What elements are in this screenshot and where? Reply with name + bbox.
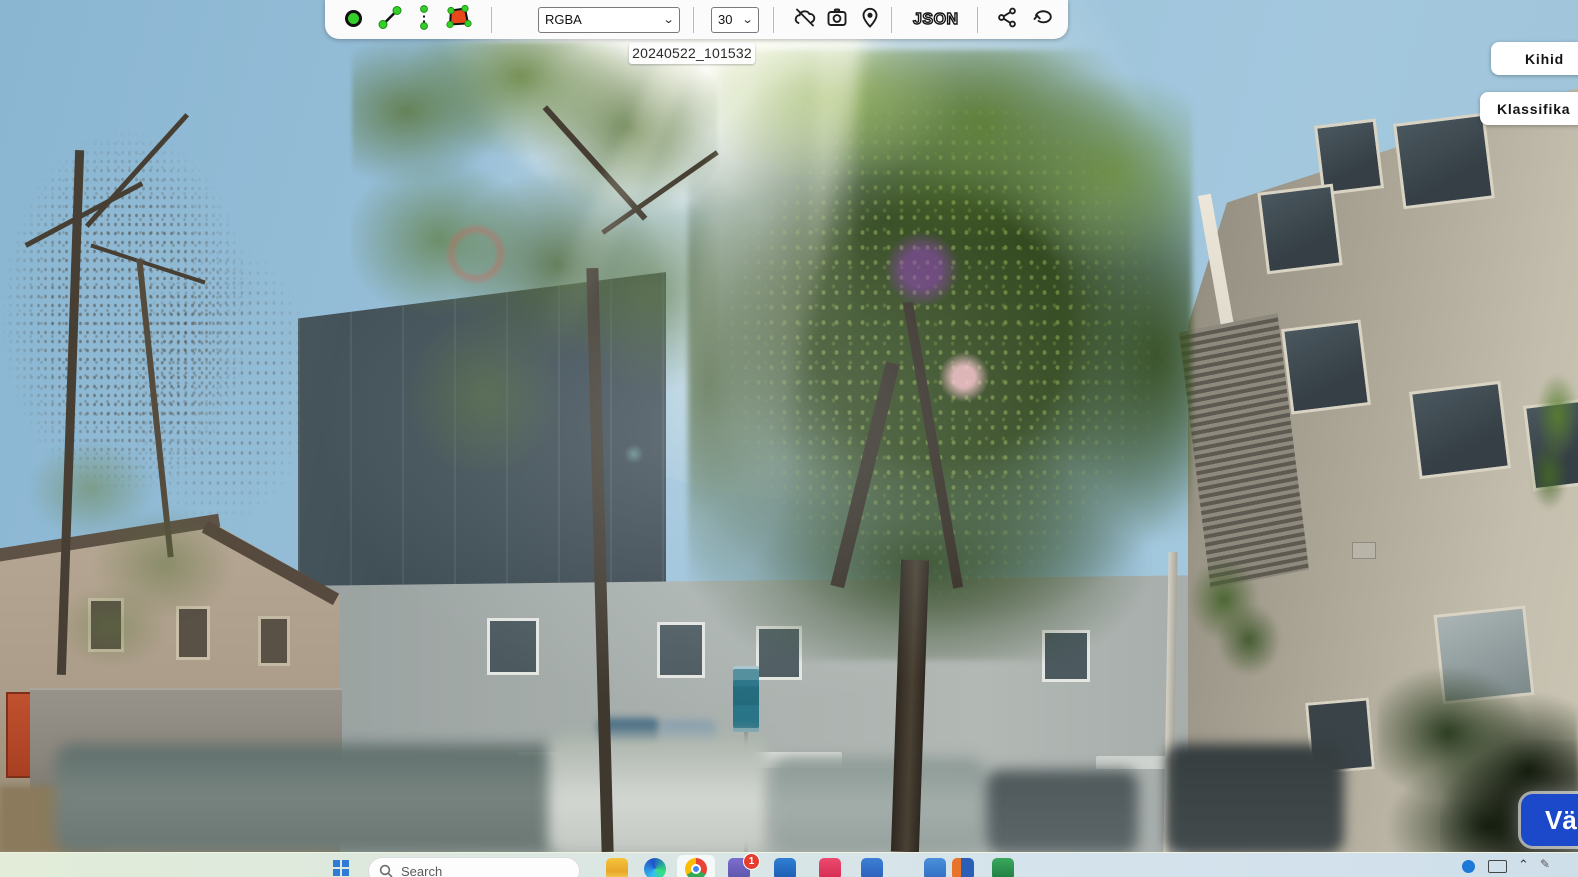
chrome-center-dot xyxy=(691,864,701,874)
taskbar-search[interactable]: Search xyxy=(368,857,580,877)
windows-logo-icon xyxy=(342,860,349,867)
image-timestamp: 20240522_101532 xyxy=(632,45,752,61)
lens-flare-pink xyxy=(938,352,990,402)
channel-select[interactable]: RGBA ⌄ xyxy=(538,7,680,33)
blurred-suv xyxy=(1166,744,1344,852)
layers-button-label: Kihid xyxy=(1525,51,1564,67)
layers-button[interactable]: Kihid xyxy=(1491,42,1578,75)
point-tool-button[interactable] xyxy=(345,10,365,30)
polygon-icon xyxy=(445,3,473,31)
blurred-car xyxy=(55,744,560,852)
json-label: JSON xyxy=(913,11,959,28)
windows-logo-icon xyxy=(333,869,340,876)
windows-logo-icon xyxy=(333,860,340,867)
vertical-dotted-line-tool-button[interactable] xyxy=(413,4,435,35)
chevron-down-icon: ⌄ xyxy=(741,13,753,26)
classification-button[interactable]: Klassifika xyxy=(1480,92,1578,125)
file-explorer-icon[interactable] xyxy=(606,858,628,877)
location-button[interactable] xyxy=(858,5,882,34)
blurred-car xyxy=(772,758,986,852)
json-export-button[interactable]: JSON xyxy=(913,11,959,29)
chevron-down-icon: ⌄ xyxy=(662,13,674,26)
toolbar-divider xyxy=(891,7,892,33)
point-icon xyxy=(345,10,362,27)
search-icon xyxy=(379,864,393,877)
ac-unit xyxy=(1352,542,1376,559)
lens-flare-teal xyxy=(624,444,644,464)
primary-action-button[interactable]: Vä xyxy=(1521,794,1578,846)
zoom-select-value: 30 xyxy=(718,12,732,27)
right-building-window xyxy=(1257,184,1342,275)
app-icon-blue[interactable] xyxy=(924,858,946,877)
line-icon xyxy=(377,4,403,30)
monitor-tray-icon[interactable] xyxy=(1488,860,1507,873)
polygon-tool-button[interactable] xyxy=(445,3,473,36)
lens-flare-red-ring xyxy=(444,224,508,284)
rotate-view-button[interactable] xyxy=(1029,5,1055,34)
blurred-van xyxy=(548,734,766,852)
app-icon-green[interactable] xyxy=(992,858,1014,877)
edge-icon[interactable] xyxy=(644,858,666,877)
cloud-off-icon xyxy=(793,5,817,29)
app-icon-blue-dots[interactable] xyxy=(861,858,883,877)
tray-pen-icon[interactable]: ✎ xyxy=(1540,857,1550,871)
left-building-window xyxy=(258,616,290,666)
onedrive-tray-icon[interactable] xyxy=(1462,860,1475,873)
outlook-icon[interactable] xyxy=(774,858,796,877)
primary-action-label: Vä xyxy=(1545,805,1577,835)
right-building-window xyxy=(1393,113,1495,210)
start-button[interactable] xyxy=(333,860,349,876)
app-icon-powerbi[interactable] xyxy=(952,858,974,877)
right-building-window xyxy=(1409,381,1511,480)
search-label: Search xyxy=(401,864,442,877)
camera-icon xyxy=(825,5,849,29)
toolbar-divider xyxy=(491,7,492,33)
bush-over-louver xyxy=(1184,546,1284,680)
right-building-window xyxy=(1281,319,1371,414)
notification-badge: 1 xyxy=(743,853,760,870)
windows-taskbar: Search 1 ⌃ ✎ xyxy=(0,852,1578,877)
app-icon-pink[interactable] xyxy=(819,858,841,877)
tray-chevron-up-icon[interactable]: ⌃ xyxy=(1518,857,1529,873)
toolbar-divider xyxy=(977,7,978,33)
toolbar-divider xyxy=(773,7,774,33)
chrome-icon[interactable] xyxy=(685,858,707,877)
street-photo-viewport[interactable] xyxy=(0,0,1578,852)
location-pin-icon xyxy=(858,5,882,29)
right-edge-foliage xyxy=(1524,364,1578,512)
vertical-dotted-line-icon xyxy=(413,4,435,30)
annotation-toolbar: RGBA ⌄ 30 ⌄ JSON xyxy=(325,0,1068,39)
toolbar-divider xyxy=(693,7,694,33)
app-window: RGBA ⌄ 30 ⌄ JSON xyxy=(0,0,1578,877)
notification-badge-count: 1 xyxy=(749,856,755,867)
image-timestamp-chip: 20240522_101532 xyxy=(629,42,755,64)
share-icon xyxy=(995,5,1019,29)
blurred-car xyxy=(986,770,1138,852)
windows-logo-icon xyxy=(342,869,349,876)
channel-select-value: RGBA xyxy=(545,12,582,27)
hide-overlay-button[interactable] xyxy=(793,5,817,34)
zoom-select[interactable]: 30 ⌄ xyxy=(711,7,759,33)
classification-button-label: Klassifika xyxy=(1497,101,1570,117)
share-button[interactable] xyxy=(995,5,1019,34)
line-tool-button[interactable] xyxy=(377,4,403,35)
rotate-icon xyxy=(1029,5,1055,29)
lens-flare-purple xyxy=(884,232,960,306)
screenshot-button[interactable] xyxy=(825,5,849,34)
